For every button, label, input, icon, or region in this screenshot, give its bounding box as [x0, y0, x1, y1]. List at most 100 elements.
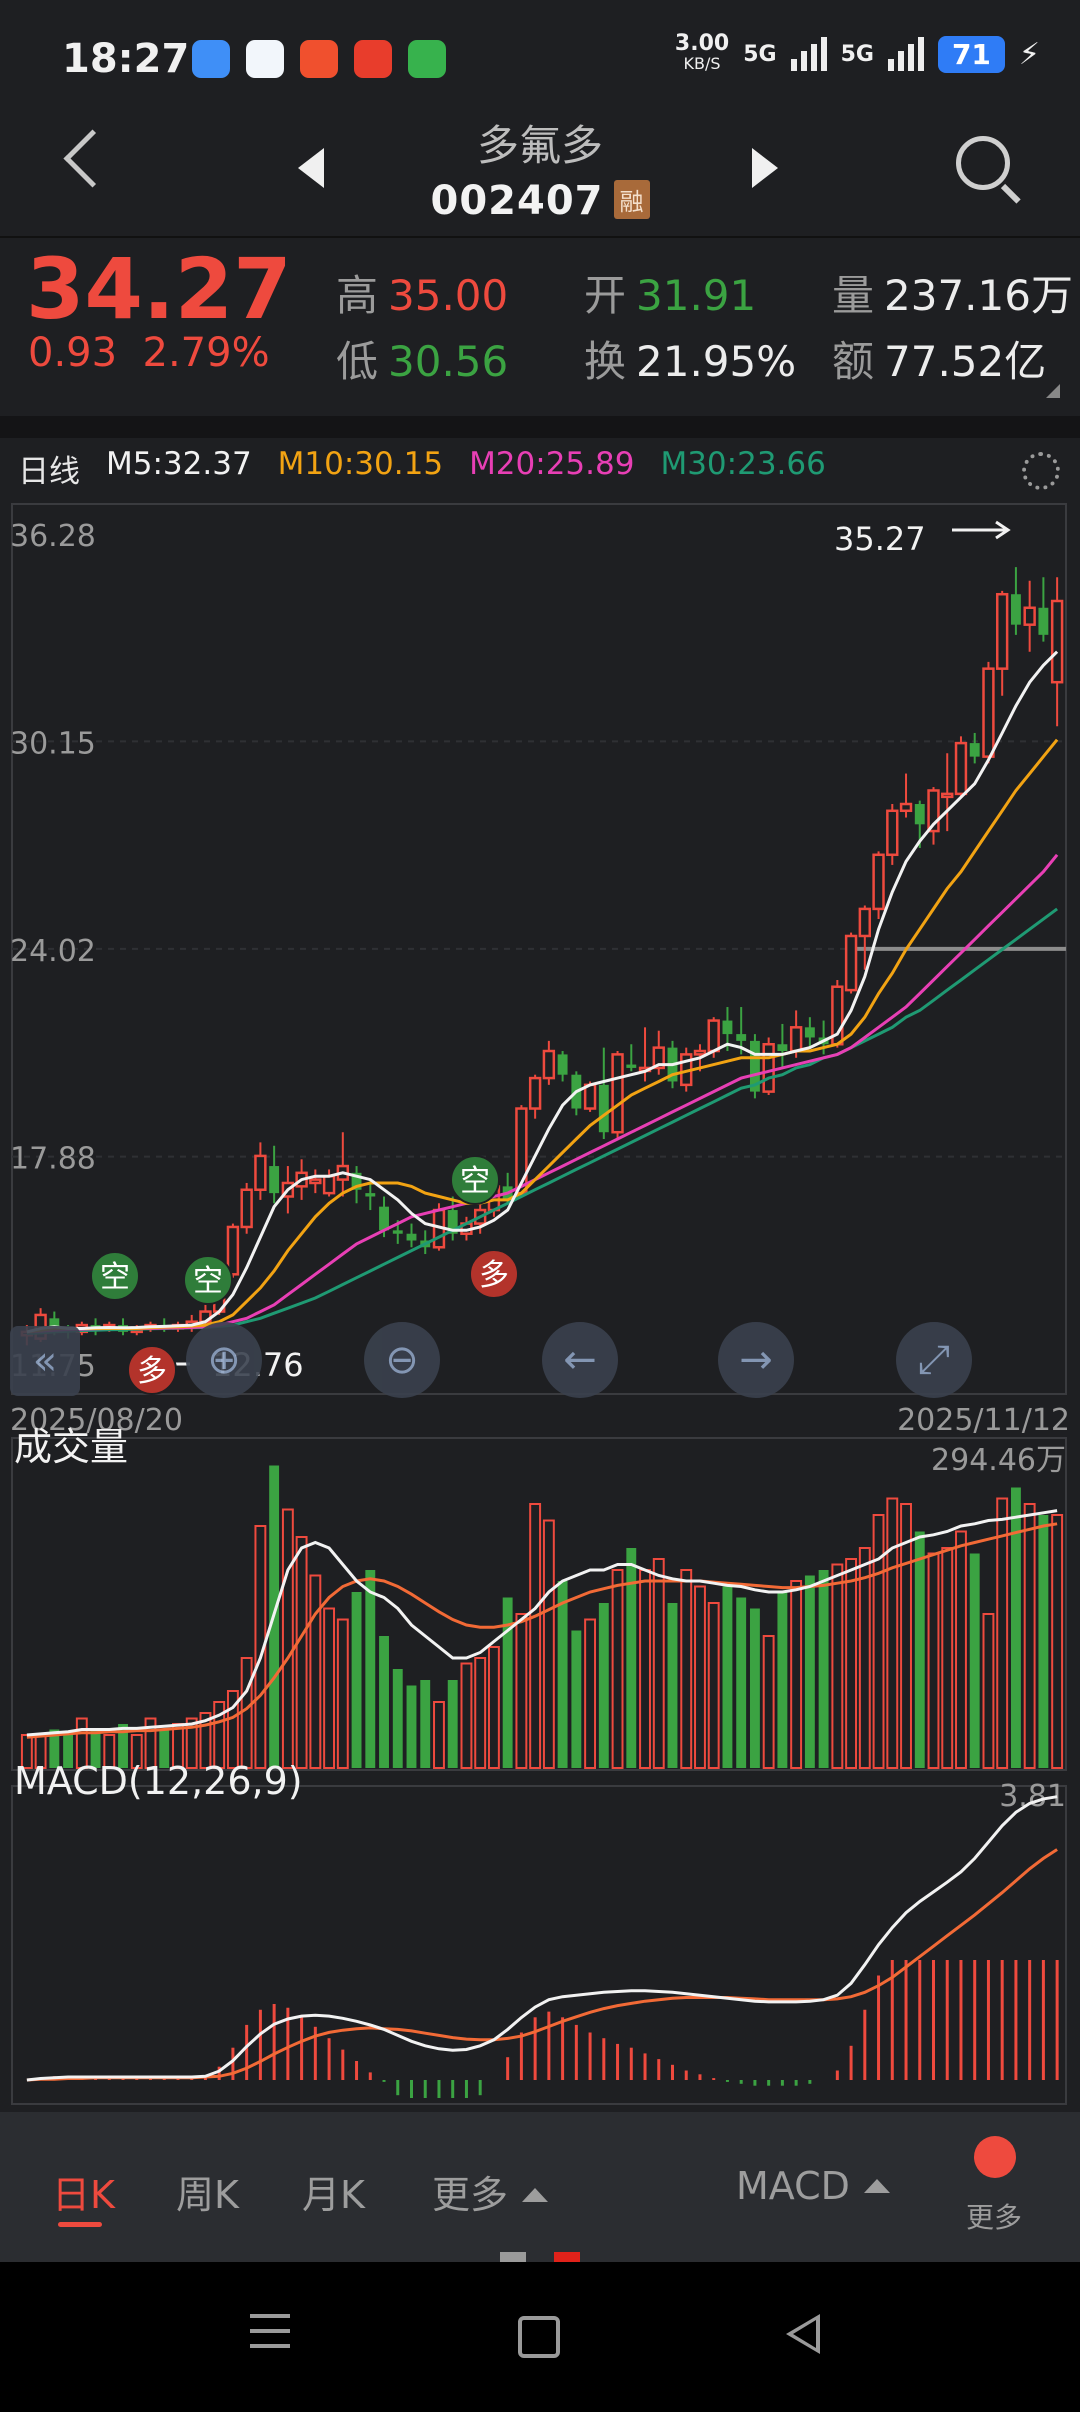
candle-body [322, 1174, 336, 1195]
candle-body [762, 1042, 775, 1093]
volume-bar [323, 1607, 336, 1769]
candle-body [858, 907, 872, 938]
system-back-icon[interactable] [786, 2314, 820, 2354]
volume-bar [804, 1575, 815, 1768]
volume-bar [639, 1569, 651, 1769]
candle-body [269, 1166, 280, 1194]
volume-bar [941, 1547, 954, 1769]
caret-up-icon-2 [863, 2179, 890, 2193]
price-axis-tick: 17.88 [10, 1142, 96, 1177]
home-icon[interactable] [518, 2316, 560, 2358]
candle-body [844, 934, 858, 992]
volume-bar [1023, 1503, 1036, 1769]
price-axis-tick: 36.28 [10, 519, 96, 554]
volume-bar [420, 1680, 431, 1768]
ma20-line [26, 853, 1059, 1334]
volume-bar [736, 1597, 747, 1768]
price-axis-tick: 30.15 [10, 726, 96, 761]
volume-bar [557, 1581, 568, 1768]
volume-bar [707, 1602, 720, 1769]
candle-body [392, 1230, 403, 1234]
volume-bar [1010, 1487, 1021, 1768]
tab-indicator-macd[interactable]: MACD [736, 2164, 890, 2208]
volume-bar [460, 1662, 473, 1769]
ma5-line [26, 650, 1059, 1334]
candle-body [899, 802, 913, 813]
volume-bar [818, 1570, 829, 1768]
volume-bar [694, 1585, 706, 1769]
candle-body [1010, 594, 1021, 625]
candle-body [557, 1054, 568, 1075]
macd-panel-title: MACD(12,26,9) [14, 1759, 303, 1803]
volume-bar [515, 1613, 528, 1769]
volume-bar [392, 1669, 403, 1768]
candle-body [693, 1049, 707, 1056]
candle-body [583, 1083, 597, 1110]
more-label[interactable]: 更多 [966, 2196, 1022, 2236]
volume-bar [281, 1508, 294, 1769]
volume-panel-title: 成交量 [14, 1425, 128, 1469]
scroll-right-button[interactable]: → [718, 1322, 794, 1398]
signal-label-buy: 多 [137, 1354, 167, 1389]
volume-bar [831, 1563, 844, 1769]
volume-bar [777, 1592, 788, 1768]
candle-body [254, 1154, 267, 1191]
volume-bar [996, 1497, 1009, 1769]
candle-body [1023, 606, 1036, 626]
candle-body [914, 804, 925, 825]
volume-bar [309, 1574, 322, 1769]
volume-bar [1051, 1514, 1064, 1769]
candle-body [707, 1019, 720, 1053]
candle-body [406, 1233, 417, 1241]
volume-bar [336, 1618, 349, 1769]
scroll-left-button[interactable]: ← [542, 1322, 618, 1398]
candle-body [379, 1206, 389, 1231]
active-tab-indicator [58, 2222, 102, 2227]
candle-body [240, 1188, 253, 1229]
candle-body [309, 1178, 322, 1185]
volume-bar [379, 1636, 389, 1768]
candle-body [886, 809, 899, 857]
signal-label-buy: 多 [479, 1258, 509, 1293]
tab-more[interactable]: 更多 [432, 2164, 549, 2219]
volume-bar [722, 1586, 733, 1768]
stock-chart-area[interactable]: 36.2830.1524.0217.8811.7535.2712.76空空空多多… [0, 0, 1080, 2112]
candle-body [995, 592, 1009, 670]
scroll-start-button[interactable]: « [10, 1326, 80, 1396]
tab-month-k[interactable]: 月K [302, 2164, 365, 2219]
recent-apps-icon[interactable] [250, 2314, 290, 2354]
candle-body [365, 1193, 376, 1197]
volume-bar [542, 1519, 555, 1769]
candle-body [611, 1053, 624, 1134]
volume-bar [487, 1646, 500, 1769]
zoom-out-button[interactable]: ⊖ [364, 1322, 440, 1398]
tab-week-k[interactable]: 周K [176, 2164, 239, 2219]
volume-bar [652, 1558, 665, 1769]
candle-body [542, 1049, 556, 1080]
candle-body [982, 667, 995, 758]
volume-bar [667, 1603, 678, 1768]
zoom-in-button[interactable]: ⊕ [186, 1322, 262, 1398]
max-price-label: 35.27 [834, 520, 926, 558]
candle-body [626, 1064, 637, 1068]
signal-label-sell: 空 [460, 1164, 490, 1199]
volume-bar [474, 1657, 487, 1769]
volume-bar [447, 1680, 458, 1768]
volume-bar [982, 1613, 995, 1769]
macd-dea-line [26, 1848, 1058, 2082]
tab-day-k[interactable]: 日K [52, 2164, 115, 2219]
volume-bar [872, 1514, 885, 1769]
candle-body [969, 743, 980, 757]
volume-bar [790, 1580, 803, 1769]
candle-body [598, 1084, 609, 1133]
volume-bar [365, 1570, 376, 1768]
fullscreen-button[interactable]: ⤢ [896, 1322, 972, 1398]
volume-bar [584, 1618, 597, 1769]
volume-bar [626, 1548, 637, 1768]
volume-bar [529, 1503, 542, 1769]
candle-body [954, 741, 968, 796]
signal-label-sell: 空 [100, 1260, 130, 1295]
more-badge-icon[interactable] [974, 2136, 1016, 2178]
volume-bar [969, 1553, 980, 1768]
volume-ma-line-2 [26, 1522, 1058, 1739]
